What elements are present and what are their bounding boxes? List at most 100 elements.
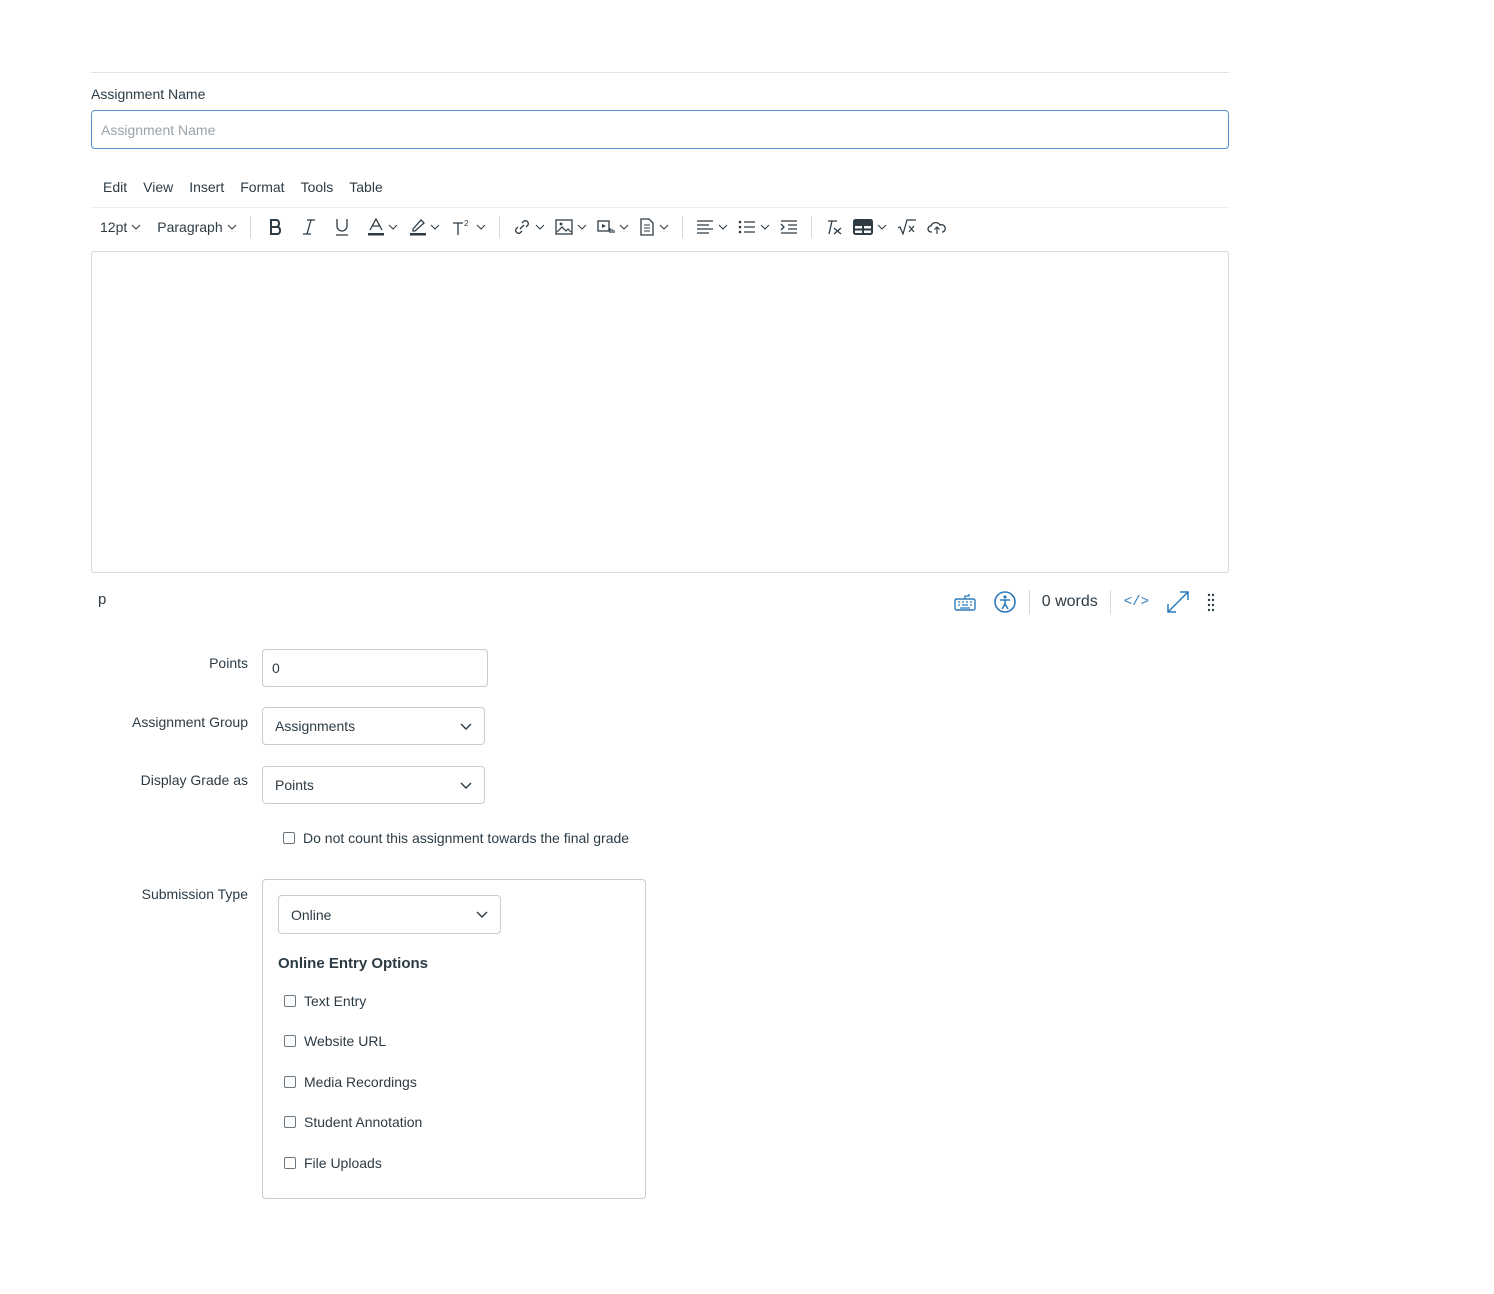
clear-formatting-icon: [827, 220, 842, 235]
chevron-down-icon: [388, 224, 397, 230]
underline-button[interactable]: [325, 212, 359, 242]
assignment-group-value: Assignments: [275, 718, 356, 734]
chevron-down-icon: [460, 723, 472, 730]
drag-handle-icon: [1207, 593, 1215, 612]
display-grade-select[interactable]: Points: [262, 766, 485, 804]
bullet-list-icon: [738, 220, 755, 234]
chevron-down-icon: [760, 224, 769, 230]
option-website-url[interactable]: Website URL: [284, 1033, 386, 1049]
file-uploads-checkbox[interactable]: [284, 1157, 296, 1169]
menu-insert[interactable]: Insert: [181, 176, 232, 200]
points-input[interactable]: [262, 649, 488, 687]
italic-button[interactable]: [293, 212, 325, 242]
equation-button[interactable]: [892, 212, 922, 242]
keyboard-shortcuts-button[interactable]: [945, 593, 985, 611]
menu-edit[interactable]: Edit: [95, 176, 135, 200]
link-icon: [514, 220, 529, 234]
chevron-down-icon: [476, 224, 485, 230]
chevron-down-icon: [131, 224, 141, 230]
keyboard-icon: [954, 594, 976, 611]
toolbar-separator: [810, 216, 812, 238]
table-button[interactable]: [848, 212, 892, 242]
text-entry-checkbox[interactable]: [284, 995, 296, 1007]
menubar-divider: [91, 207, 1229, 208]
chevron-down-icon: [476, 911, 488, 918]
editor-toolbar: 12pt Paragraph 2: [95, 211, 952, 243]
document-icon: [639, 218, 654, 236]
menu-table[interactable]: Table: [341, 176, 390, 200]
assignment-group-select[interactable]: Assignments: [262, 707, 485, 745]
statusbar-separator: [1028, 590, 1030, 614]
chevron-down-icon: [718, 224, 727, 230]
option-text-entry[interactable]: Text Entry: [284, 993, 366, 1009]
rich-text-editor-body[interactable]: [91, 251, 1229, 573]
square-root-icon: [897, 219, 916, 235]
omit-from-final-grade-checkbox[interactable]: [283, 832, 295, 844]
omit-from-final-grade-label: Do not count this assignment towards the…: [303, 830, 630, 846]
website-url-checkbox[interactable]: [284, 1035, 296, 1047]
clear-formatting-button[interactable]: [820, 212, 848, 242]
indent-button[interactable]: [775, 212, 803, 242]
superscript-icon: 2: [452, 219, 469, 235]
bold-icon: [269, 219, 281, 235]
menu-tools[interactable]: Tools: [293, 176, 342, 200]
fullscreen-button[interactable]: [1158, 591, 1198, 613]
statusbar-separator: [1109, 590, 1111, 614]
image-button[interactable]: [550, 212, 592, 242]
block-format-dropdown[interactable]: Paragraph: [152, 212, 241, 242]
cloud-icon: [927, 221, 946, 234]
student-annotation-label: Student Annotation: [304, 1114, 423, 1130]
html-editor-toggle[interactable]: </>: [1115, 594, 1158, 610]
text-color-button[interactable]: [359, 212, 403, 242]
toolbar-separator: [249, 216, 251, 238]
menu-view[interactable]: View: [135, 176, 181, 200]
assignment-name-label: Assignment Name: [91, 86, 206, 102]
align-button[interactable]: [691, 212, 733, 242]
toolbar-separator: [498, 216, 500, 238]
align-icon: [696, 220, 713, 234]
superscript-button[interactable]: 2: [445, 212, 491, 242]
document-button[interactable]: [634, 212, 674, 242]
list-button[interactable]: [733, 212, 775, 242]
cloud-upload-button[interactable]: [922, 212, 952, 242]
chevron-down-icon: [430, 224, 439, 230]
assignment-edit-page: Assignment Name Edit View Insert Format …: [0, 0, 1494, 1294]
resize-handle[interactable]: [1198, 592, 1224, 612]
display-grade-label: Display Grade as: [140, 772, 248, 788]
option-media-recordings[interactable]: Media Recordings: [284, 1074, 417, 1090]
media-button[interactable]: [592, 212, 634, 242]
image-icon: [554, 219, 573, 235]
word-count[interactable]: 0 words: [1034, 593, 1106, 611]
submission-type-label: Submission Type: [141, 886, 248, 902]
font-size-dropdown[interactable]: 12pt: [95, 212, 146, 242]
student-annotation-checkbox[interactable]: [284, 1116, 296, 1128]
block-format-value: Paragraph: [157, 219, 223, 235]
editor-statusbar: 0 words </>: [945, 587, 1224, 617]
assignment-name-input[interactable]: [91, 110, 1229, 149]
media-icon: [596, 220, 615, 233]
text-color-icon: [367, 218, 384, 236]
toolbar-separator: [681, 216, 683, 238]
table-icon: [852, 219, 873, 235]
text-entry-label: Text Entry: [304, 993, 367, 1009]
option-student-annotation[interactable]: Student Annotation: [284, 1114, 422, 1130]
bold-button[interactable]: [259, 212, 293, 242]
html-code-label: </>: [1123, 594, 1149, 610]
indent-icon: [780, 220, 797, 234]
highlighter-icon: [409, 219, 426, 236]
online-entry-options-heading: Online Entry Options: [278, 955, 429, 972]
media-recordings-checkbox[interactable]: [284, 1076, 296, 1088]
element-path[interactable]: p: [98, 591, 106, 608]
highlight-color-button[interactable]: [403, 212, 445, 242]
accessibility-checker-button[interactable]: [985, 591, 1025, 613]
submission-type-select[interactable]: Online: [278, 895, 501, 934]
top-divider: [91, 72, 1229, 73]
media-recordings-label: Media Recordings: [304, 1074, 417, 1090]
link-button[interactable]: [508, 212, 550, 242]
accessibility-icon: [993, 591, 1016, 613]
option-file-uploads[interactable]: File Uploads: [284, 1155, 382, 1171]
menu-format[interactable]: Format: [232, 176, 292, 200]
omit-from-final-grade-option[interactable]: Do not count this assignment towards the…: [283, 830, 629, 846]
display-grade-value: Points: [275, 777, 314, 793]
chevron-down-icon: [877, 224, 886, 230]
